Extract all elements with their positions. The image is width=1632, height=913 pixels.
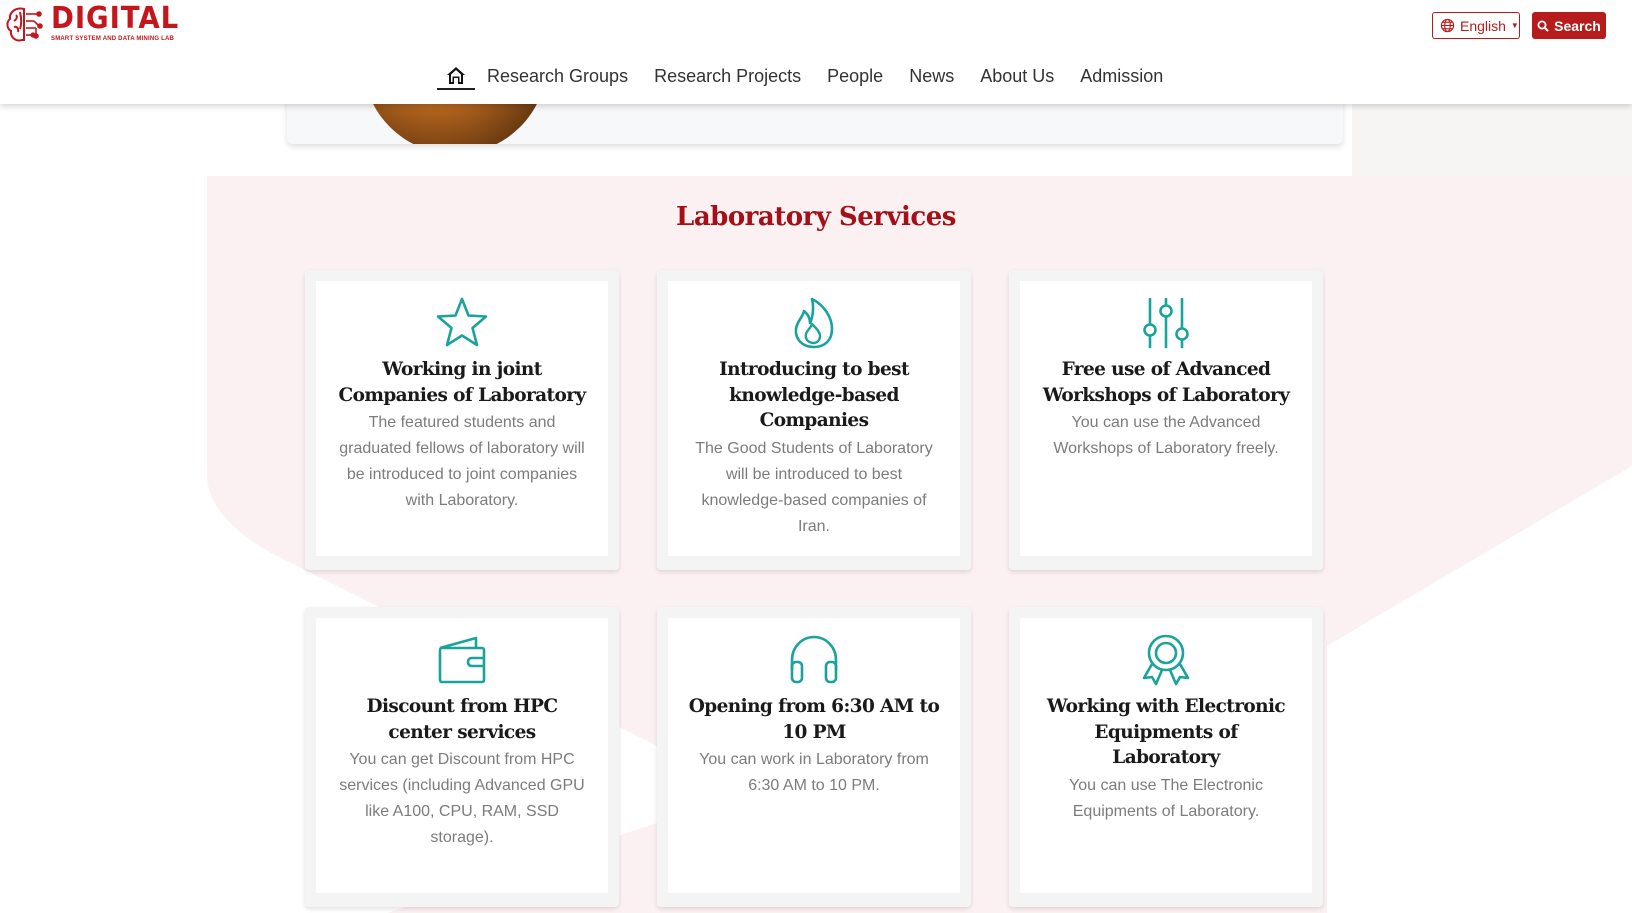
card-description: The featured students and graduated fell… (339, 414, 585, 509)
search-label: Search (1554, 17, 1601, 34)
section-title: Laboratory Services (676, 202, 956, 232)
card-description: You can work in Laboratory from 6:30 AM … (699, 751, 929, 794)
card-title: Working with Electronic Equipments of La… (1046, 696, 1286, 768)
nav-people[interactable]: People (827, 66, 883, 87)
card-description: You can use The Electronic Equipments of… (1069, 776, 1263, 820)
service-card: Opening from 6:30 AM to 10 PM You can wo… (657, 607, 971, 907)
star-icon (436, 297, 488, 347)
caret-down-icon: ▼ (1510, 21, 1519, 30)
card-title: Free use of Advanced Workshops of Labora… (1042, 359, 1290, 406)
logo-subtitle: SMART SYSTEM AND DATA MINING LAB (51, 36, 175, 42)
headphones-icon (790, 635, 838, 684)
card-title: Discount from HPC center services (366, 696, 559, 743)
site-logo[interactable]: DIGITAL SMART SYSTEM AND DATA MINING LAB (4, 3, 190, 47)
service-card: Free use of Advanced Workshops of Labora… (1009, 270, 1323, 570)
award-icon (1142, 634, 1190, 686)
decorative-shape (1352, 100, 1632, 182)
service-card: Working in joint Companies of Laboratory… (305, 270, 619, 570)
nav-research-groups[interactable]: Research Groups (487, 66, 628, 87)
sliders-icon (1143, 297, 1189, 349)
nav-news[interactable]: News (909, 66, 954, 87)
home-icon (447, 67, 465, 84)
search-button[interactable]: Search (1532, 12, 1606, 39)
search-icon (1537, 20, 1549, 32)
nav-research-projects[interactable]: Research Projects (654, 66, 801, 87)
brain-chip-logo-icon (6, 7, 43, 42)
wallet-icon (438, 636, 486, 684)
card-description: You can use the Advanced Workshops of La… (1053, 414, 1279, 457)
site-header: DIGITAL SMART SYSTEM AND DATA MINING LAB… (0, 0, 1632, 104)
flame-icon (794, 297, 834, 349)
nav-admission[interactable]: Admission (1080, 66, 1163, 87)
card-description: You can get Discount from HPC services (… (339, 751, 585, 846)
main-nav: Research Groups Research Projects People… (437, 62, 1189, 90)
card-title: Opening from 6:30 AM to 10 PM (688, 696, 940, 743)
nav-about-us[interactable]: About Us (980, 66, 1054, 87)
logo-title: DIGITAL (51, 1, 180, 36)
service-card: Working with Electronic Equipments of La… (1009, 607, 1323, 907)
globe-icon (1440, 18, 1455, 33)
service-card: Introducing to best knowledge-based Comp… (657, 270, 971, 570)
card-title: Introducing to best knowledge-based Comp… (719, 359, 909, 431)
card-description: The Good Students of Laboratory will be … (695, 439, 933, 535)
language-label: English (1460, 17, 1506, 34)
language-dropdown[interactable]: English ▼ (1432, 12, 1520, 39)
service-card: Discount from HPC center services You ca… (305, 607, 619, 907)
nav-home[interactable] (437, 62, 475, 90)
card-title: Working in joint Companies of Laboratory (338, 359, 587, 406)
